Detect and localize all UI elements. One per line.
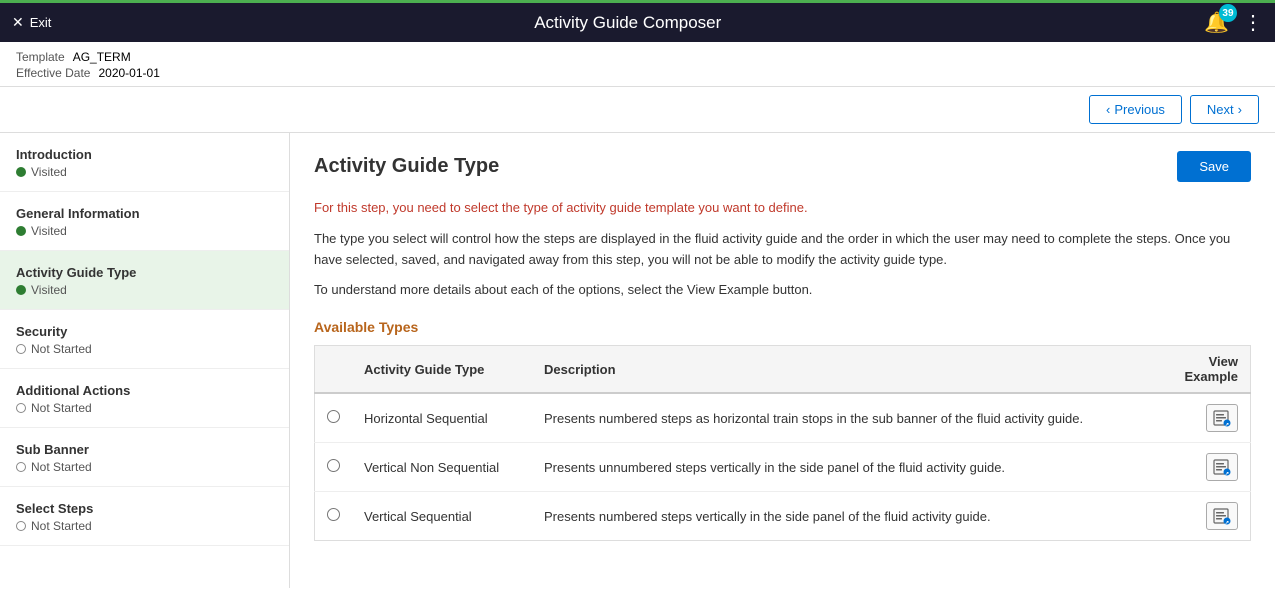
- page-title: Activity Guide Composer: [534, 13, 721, 33]
- exit-button[interactable]: ✕ Exit: [12, 14, 51, 31]
- sidebar-item-general-information[interactable]: General Information Visited: [0, 192, 289, 251]
- sidebar-item-status-label: Visited: [31, 224, 67, 238]
- sidebar-item-title: Security: [16, 324, 273, 339]
- sidebar-item-title: Activity Guide Type: [16, 265, 273, 280]
- exit-icon: ✕: [12, 14, 24, 31]
- view-example-button-0[interactable]: ↗: [1206, 404, 1238, 432]
- sidebar-item-status: Not Started: [16, 519, 273, 533]
- sidebar-item-status: Not Started: [16, 401, 273, 415]
- status-dot-icon: [16, 521, 26, 531]
- sidebar-item-title: Additional Actions: [16, 383, 273, 398]
- template-value: AG_TERM: [73, 50, 131, 64]
- content-header: Activity Guide Type Save: [314, 151, 1251, 182]
- top-bar: ✕ Exit Activity Guide Composer 🔔 39 ⋮: [0, 0, 1275, 42]
- status-dot-icon: [16, 344, 26, 354]
- previous-button[interactable]: ‹ Previous: [1089, 95, 1182, 124]
- sidebar-item-select-steps[interactable]: Select Steps Not Started: [0, 487, 289, 546]
- col-header-desc: Description: [532, 346, 1141, 394]
- template-label: Template: [16, 50, 65, 64]
- status-dot-icon: [16, 226, 26, 236]
- sidebar-item-sub-banner[interactable]: Sub Banner Not Started: [0, 428, 289, 487]
- table-row: Vertical Sequential Presents numbered st…: [315, 492, 1251, 541]
- nav-bar: ‹ Previous Next ›: [0, 87, 1275, 133]
- sidebar-item-title: General Information: [16, 206, 273, 221]
- radio-input-0[interactable]: [327, 410, 340, 423]
- radio-cell-2[interactable]: [315, 492, 353, 541]
- content-title: Activity Guide Type: [314, 155, 499, 178]
- view-example-icon: ↗: [1213, 507, 1231, 525]
- desc-cell-2: Presents numbered steps vertically in th…: [532, 492, 1141, 541]
- previous-label: Previous: [1114, 102, 1165, 117]
- view-example-icon: ↗: [1213, 409, 1231, 427]
- exit-label: Exit: [30, 15, 52, 30]
- info-text-1: For this step, you need to select the ty…: [314, 198, 1251, 219]
- sidebar-item-status-label: Not Started: [31, 342, 92, 356]
- main-layout: Introduction Visited General Information…: [0, 133, 1275, 588]
- radio-input-2[interactable]: [327, 508, 340, 521]
- sidebar-item-status: Visited: [16, 283, 273, 297]
- prev-icon: ‹: [1106, 102, 1110, 117]
- sidebar-item-status: Visited: [16, 165, 273, 179]
- sidebar-item-status: Not Started: [16, 342, 273, 356]
- sidebar: Introduction Visited General Information…: [0, 133, 290, 588]
- next-button[interactable]: Next ›: [1190, 95, 1259, 124]
- top-bar-actions: 🔔 39 ⋮: [1204, 10, 1263, 35]
- svg-text:↗: ↗: [1225, 471, 1229, 476]
- col-header-type: Activity Guide Type: [352, 346, 532, 394]
- desc-cell-1: Presents unnumbered steps vertically in …: [532, 443, 1141, 492]
- sidebar-item-status: Visited: [16, 224, 273, 238]
- sidebar-item-security[interactable]: Security Not Started: [0, 310, 289, 369]
- info-text-3: To understand more details about each of…: [314, 280, 1251, 301]
- effective-date-label: Effective Date: [16, 66, 90, 80]
- status-dot-icon: [16, 167, 26, 177]
- view-cell-0: ↗: [1141, 393, 1251, 443]
- status-dot-icon: [16, 462, 26, 472]
- sidebar-item-additional-actions[interactable]: Additional Actions Not Started: [0, 369, 289, 428]
- type-cell-0: Horizontal Sequential: [352, 393, 532, 443]
- sidebar-item-status: Not Started: [16, 460, 273, 474]
- status-dot-icon: [16, 403, 26, 413]
- notification-badge: 39: [1219, 4, 1237, 22]
- next-icon: ›: [1238, 102, 1242, 117]
- sidebar-item-status-label: Visited: [31, 283, 67, 297]
- save-button[interactable]: Save: [1177, 151, 1251, 182]
- table-row: Horizontal Sequential Presents numbered …: [315, 393, 1251, 443]
- col-header-radio: [315, 346, 353, 394]
- notifications-button[interactable]: 🔔 39: [1204, 10, 1229, 35]
- types-table: Activity Guide Type Description View Exa…: [314, 345, 1251, 541]
- sidebar-item-status-label: Visited: [31, 165, 67, 179]
- sidebar-item-title: Select Steps: [16, 501, 273, 516]
- table-row: Vertical Non Sequential Presents unnumbe…: [315, 443, 1251, 492]
- type-cell-2: Vertical Sequential: [352, 492, 532, 541]
- sub-header: Template AG_TERM Effective Date 2020-01-…: [0, 42, 1275, 87]
- desc-cell-0: Presents numbered steps as horizontal tr…: [532, 393, 1141, 443]
- sidebar-item-activity-guide-type[interactable]: Activity Guide Type Visited: [0, 251, 289, 310]
- svg-text:↗: ↗: [1225, 422, 1229, 427]
- view-cell-1: ↗: [1141, 443, 1251, 492]
- sidebar-item-title: Sub Banner: [16, 442, 273, 457]
- sidebar-item-status-label: Not Started: [31, 460, 92, 474]
- col-header-view: View Example: [1141, 346, 1251, 394]
- view-example-button-2[interactable]: ↗: [1206, 502, 1238, 530]
- type-cell-1: Vertical Non Sequential: [352, 443, 532, 492]
- status-dot-icon: [16, 285, 26, 295]
- effective-date-value: 2020-01-01: [98, 66, 159, 80]
- sidebar-item-status-label: Not Started: [31, 519, 92, 533]
- content-area: Activity Guide Type Save For this step, …: [290, 133, 1275, 588]
- radio-input-1[interactable]: [327, 459, 340, 472]
- section-title: Available Types: [314, 319, 1251, 335]
- more-options-icon[interactable]: ⋮: [1243, 10, 1263, 35]
- info-text-2: The type you select will control how the…: [314, 229, 1251, 271]
- sidebar-item-introduction[interactable]: Introduction Visited: [0, 133, 289, 192]
- view-example-icon: ↗: [1213, 458, 1231, 476]
- radio-cell-1[interactable]: [315, 443, 353, 492]
- next-label: Next: [1207, 102, 1234, 117]
- view-cell-2: ↗: [1141, 492, 1251, 541]
- svg-text:↗: ↗: [1225, 520, 1229, 525]
- sidebar-item-status-label: Not Started: [31, 401, 92, 415]
- radio-cell-0[interactable]: [315, 393, 353, 443]
- view-example-button-1[interactable]: ↗: [1206, 453, 1238, 481]
- sidebar-item-title: Introduction: [16, 147, 273, 162]
